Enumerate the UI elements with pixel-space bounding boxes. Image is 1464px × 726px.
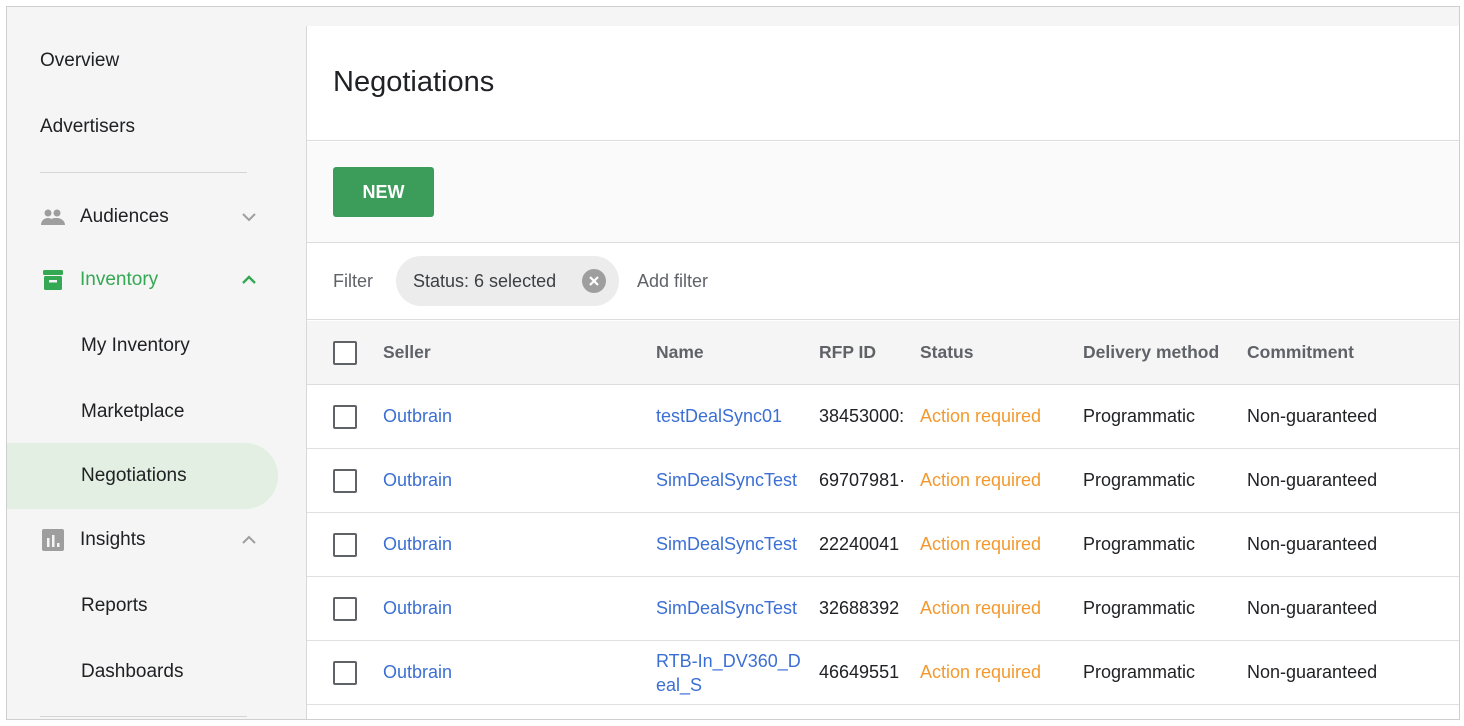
filter-chip-label: Status: 6 selected (413, 270, 557, 291)
chevron-up-icon[interactable] (241, 532, 257, 548)
delivery-method: Programmatic (1083, 406, 1196, 426)
commitment: Non-guaranteed (1247, 598, 1378, 618)
chevron-down-icon[interactable] (241, 209, 257, 225)
app-window: Overview Advertisers Audiences Inventory (6, 6, 1460, 720)
commitment: Non-guaranteed (1247, 662, 1378, 682)
row-checkbox[interactable] (333, 596, 357, 621)
column-header-seller[interactable]: Seller (383, 321, 643, 384)
seller-link[interactable]: Outbrain (383, 513, 643, 576)
sidebar-item-label: Marketplace (81, 401, 185, 422)
filter-label: Filter (333, 271, 373, 291)
table-row[interactable]: Outbrain SimDealSyncTest 32688392 Action… (307, 577, 1459, 641)
sidebar-item-label: Overview (40, 50, 120, 71)
sidebar-divider (40, 716, 247, 717)
row-checkbox[interactable] (333, 468, 357, 493)
status-badge: Action required (920, 598, 1042, 618)
sidebar-item-label: My Inventory (81, 335, 190, 356)
row-checkbox[interactable] (333, 660, 357, 685)
sidebar-group-label: Audiences (80, 206, 169, 227)
table-row[interactable]: Outbrain SimDealSyncTest 22240041 Action… (307, 513, 1459, 577)
rfp-id: 46649551 (819, 662, 900, 682)
bar-chart-icon (40, 529, 66, 551)
sidebar-group-label: Inventory (80, 269, 159, 290)
delivery-method: Programmatic (1083, 534, 1196, 554)
deal-name-link[interactable]: SimDealSyncTest (656, 577, 806, 640)
new-button[interactable]: NEW (333, 167, 434, 217)
rfp-id: 32688392 (819, 598, 900, 618)
deal-name-link[interactable]: SimDealSyncTest (656, 513, 806, 576)
sidebar-item-my-inventory[interactable]: My Inventory (7, 314, 190, 378)
close-icon[interactable] (582, 269, 606, 293)
sidebar-item-negotiations[interactable]: Negotiations (7, 444, 187, 508)
people-icon (40, 206, 66, 228)
sidebar-item-dashboards[interactable]: Dashboards (7, 640, 183, 704)
action-bar: NEW (307, 142, 1459, 243)
column-header-status[interactable]: Status (920, 321, 1070, 384)
column-header-delivery-method[interactable]: Delivery method (1083, 321, 1243, 384)
sidebar-item-reports[interactable]: Reports (7, 574, 148, 638)
table-header: Seller Name RFP ID Status Delivery metho… (307, 321, 1459, 385)
sidebar-group-label: Insights (80, 529, 146, 550)
sidebar-item-label: Advertisers (40, 116, 136, 137)
chevron-up-icon[interactable] (241, 272, 257, 288)
page-header: Negotiations (307, 26, 1459, 141)
sidebar-item-label: Reports (81, 595, 148, 616)
status-badge: Action required (920, 534, 1042, 554)
delivery-method: Programmatic (1083, 598, 1196, 618)
status-badge: Action required (920, 662, 1042, 682)
sidebar-item-label: Negotiations (81, 465, 187, 486)
archive-box-icon (40, 269, 66, 291)
sidebar-divider (40, 172, 247, 173)
sidebar-group-audiences[interactable]: Audiences (7, 185, 267, 249)
status-badge: Action required (920, 406, 1042, 426)
commitment: Non-guaranteed (1247, 406, 1378, 426)
sidebar-item-overview[interactable]: Overview (7, 29, 119, 93)
column-header-commitment[interactable]: Commitment (1247, 321, 1447, 384)
column-header-name[interactable]: Name (656, 321, 806, 384)
sidebar-group-insights[interactable]: Insights (7, 508, 267, 572)
main-content: Negotiations NEW Filter Status: 6 select… (306, 26, 1459, 719)
table-row[interactable]: Outbrain testDealSync01 38453000: Action… (307, 385, 1459, 449)
table-row[interactable]: Outbrain SimDealSyncTest 69707981· Actio… (307, 449, 1459, 513)
rfp-id: 38453000: (819, 406, 905, 426)
sidebar-item-marketplace[interactable]: Marketplace (7, 380, 185, 444)
column-header-rfp-id[interactable]: RFP ID (819, 321, 907, 384)
rfp-id: 22240041 (819, 534, 900, 554)
commitment: Non-guaranteed (1247, 470, 1378, 490)
filter-bar: Filter Status: 6 selected Add filter (307, 244, 1459, 320)
seller-link[interactable]: Outbrain (383, 577, 643, 640)
deal-name-link[interactable]: RTB-In_DV360_Deal_S (656, 641, 806, 704)
sidebar-item-advertisers[interactable]: Advertisers (7, 95, 135, 159)
page-title: Negotiations (333, 66, 495, 98)
deal-name-link[interactable]: testDealSync01 (656, 385, 806, 448)
delivery-method: Programmatic (1083, 470, 1196, 490)
commitment: Non-guaranteed (1247, 534, 1378, 554)
delivery-method: Programmatic (1083, 662, 1196, 682)
seller-link[interactable]: Outbrain (383, 641, 643, 704)
table-row[interactable]: Outbrain RTB-In_DV360_Deal_S 46649551 Ac… (307, 641, 1459, 705)
rfp-id: 69707981· (819, 470, 906, 490)
row-checkbox[interactable] (333, 532, 357, 557)
seller-link[interactable]: Outbrain (383, 449, 643, 512)
sidebar-nav: Overview Advertisers Audiences Inventory (7, 7, 305, 719)
add-filter-button[interactable]: Add filter (637, 271, 708, 292)
row-checkbox[interactable] (333, 404, 357, 429)
negotiations-table: Seller Name RFP ID Status Delivery metho… (307, 321, 1459, 705)
deal-name-link[interactable]: SimDealSyncTest (656, 449, 806, 512)
select-all-checkbox[interactable] (333, 340, 357, 365)
sidebar-item-label: Dashboards (81, 661, 184, 682)
seller-link[interactable]: Outbrain (383, 385, 643, 448)
sidebar-group-inventory[interactable]: Inventory (7, 248, 267, 312)
status-filter-chip[interactable]: Status: 6 selected (396, 256, 619, 306)
status-badge: Action required (920, 470, 1042, 490)
